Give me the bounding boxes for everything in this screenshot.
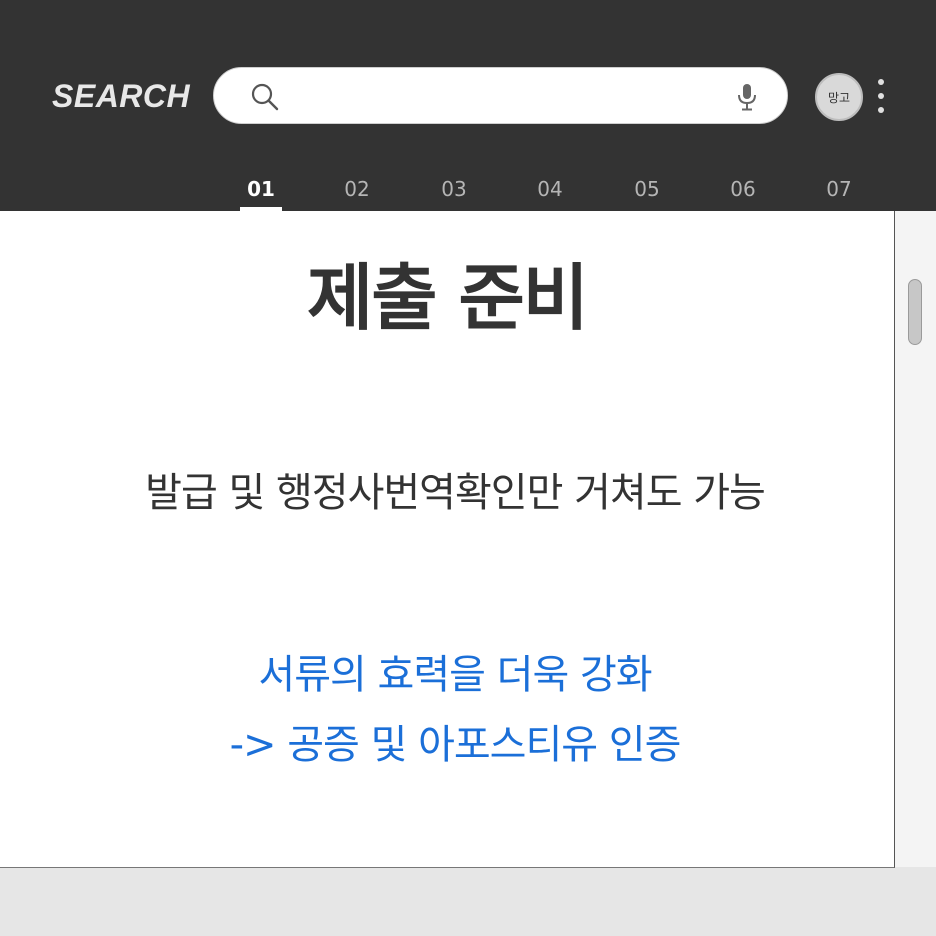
footer-bar	[0, 868, 936, 936]
scrollbar-thumb[interactable]	[908, 279, 922, 345]
search-input[interactable]	[294, 78, 718, 116]
content-panel: 제출 준비 발급 및 행정사번역확인만 거쳐도 가능 서류의 효력을 더욱 강화…	[0, 211, 895, 868]
more-vertical-icon[interactable]	[872, 78, 890, 114]
tab-06[interactable]: 06	[713, 170, 773, 211]
highlight-line-1: 서류의 효력을 더욱 강화	[258, 652, 652, 698]
tab-02[interactable]: 02	[327, 170, 387, 211]
vertical-scrollbar[interactable]	[895, 211, 936, 867]
search-box[interactable]	[213, 67, 788, 124]
search-icon[interactable]	[250, 82, 280, 112]
logo: SEARCH	[52, 78, 191, 114]
tab-07[interactable]: 07	[809, 170, 869, 211]
tab-03[interactable]: 03	[424, 170, 484, 211]
highlight-line-2: -> 공증 및 아포스티유 인증	[229, 722, 682, 768]
subtitle: 발급 및 행정사번역확인만 거쳐도 가능	[145, 470, 766, 516]
tab-05[interactable]: 05	[617, 170, 677, 211]
tab-bar: 01 02 03 04 05 06 07	[0, 170, 936, 211]
tab-01[interactable]: 01	[231, 170, 291, 211]
page-title: 제출 준비	[306, 256, 589, 340]
tab-04[interactable]: 04	[520, 170, 580, 211]
page: SEARCH 망고 01 02 03 04 05 06 07 제출 준비 발급 …	[0, 0, 936, 936]
top-bar: SEARCH 망고 01 02 03 04 05 06 07	[0, 0, 936, 211]
mic-icon[interactable]	[734, 82, 760, 112]
avatar[interactable]: 망고	[815, 73, 863, 121]
